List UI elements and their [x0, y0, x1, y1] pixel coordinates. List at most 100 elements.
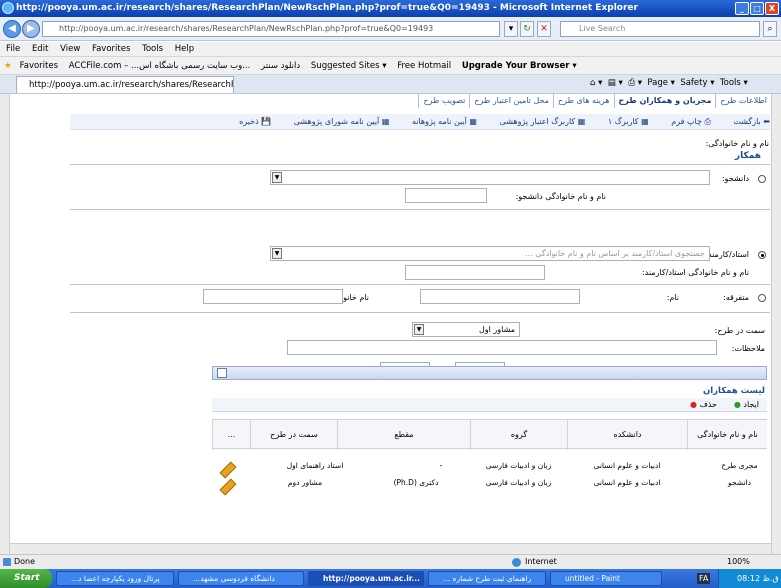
- menu-help[interactable]: Help: [175, 44, 194, 54]
- search-button[interactable]: ⌕: [763, 21, 777, 37]
- status-icon: [3, 558, 11, 566]
- delete-button[interactable]: حذف ●: [690, 398, 717, 412]
- col-role[interactable]: سمت در طرح: [250, 420, 337, 450]
- cell-group: زبان و ادبیات فارسی: [485, 478, 552, 487]
- address-bar: ◀ ▶ http://pooya.um.ac.ir/research/share…: [0, 17, 781, 41]
- tab-plan-info[interactable]: اطلاعات طرح: [715, 94, 771, 108]
- menu-file[interactable]: File: [6, 44, 20, 54]
- form1-link[interactable]: ▦ کاربرگ ۱: [598, 117, 649, 126]
- menu-favorites[interactable]: Favorites: [92, 44, 130, 54]
- feeds-icon[interactable]: ▤ ▾: [608, 78, 623, 88]
- fav-item-suggested[interactable]: Suggested Sites ▾: [311, 61, 387, 71]
- start-button[interactable]: Start: [0, 569, 52, 588]
- stop-button[interactable]: ✕: [537, 21, 551, 37]
- forward-button[interactable]: ▶: [22, 20, 40, 38]
- role-dropdown-icon[interactable]: ▼: [414, 324, 424, 335]
- table-row[interactable]: دانشجو ادبیات و علوم انسانی زبان و ادبیا…: [212, 475, 767, 496]
- student-search-input[interactable]: [270, 170, 710, 185]
- task-portal[interactable]: ...پرتال ورود یکپارچه اعضا د: [56, 571, 174, 586]
- grid-panel-header: [212, 366, 767, 380]
- home-icon[interactable]: ⌂ ▾: [590, 78, 602, 88]
- fav-item-upgrade[interactable]: Upgrade Your Browser ▾: [462, 61, 577, 71]
- favorites-button[interactable]: Favorites: [20, 61, 58, 71]
- minimize-button[interactable]: _: [735, 2, 749, 15]
- window-title: http://pooya.um.ac.ir/research/shares/Re…: [16, 3, 638, 13]
- browser-tab[interactable]: http://pooya.um.ac.ir/research/shares/Re…: [16, 76, 234, 93]
- edit-icon[interactable]: [219, 478, 237, 496]
- full-name-label: نام و نام خانوادگی:: [705, 139, 769, 148]
- role-value: مشاور اول: [478, 325, 515, 334]
- role-select[interactable]: مشاور اول: [412, 322, 520, 337]
- staff-dropdown-icon[interactable]: ▼: [272, 248, 282, 259]
- page-content: تصویب طرح محل تامین اعتبار طرح هزینه های ط…: [10, 94, 771, 543]
- table-row[interactable]: مجری طرح ادبیات و علوم انسانی زبان و ادب…: [212, 458, 767, 479]
- close-button[interactable]: X: [765, 2, 779, 15]
- staff-search-input[interactable]: جستجوی استاد/کارمند بر اساس نام و نام خا…: [270, 246, 710, 261]
- print-icon[interactable]: ⎙ ▾: [628, 78, 642, 88]
- fav-item-hotmail[interactable]: Free Hotmail: [397, 61, 451, 71]
- maximize-button[interactable]: □: [750, 2, 764, 15]
- other-radio[interactable]: [758, 294, 766, 302]
- staff-placeholder: جستجوی استاد/کارمند بر اساس نام و نام خا…: [525, 249, 705, 258]
- col-faculty[interactable]: دانشکده: [567, 420, 687, 450]
- tools-menu[interactable]: Tools ▾: [720, 78, 748, 88]
- window-title-bar: http://pooya.um.ac.ir/research/shares/Re…: [0, 0, 781, 17]
- page-toolbar: ⬅ بازگشت ⎙ چاپ فرم ▦ کاربرگ ۱ ▦ کاربرگ ا…: [70, 114, 770, 130]
- divider: [70, 209, 770, 210]
- horizontal-scrollbar[interactable]: [10, 543, 771, 554]
- student-radio[interactable]: [758, 175, 766, 183]
- first-name-field[interactable]: [420, 289, 580, 304]
- notes-label: ملاحظات:: [731, 344, 765, 353]
- student-dropdown-icon[interactable]: ▼: [272, 172, 282, 183]
- vertical-scrollbar[interactable]: [771, 94, 781, 554]
- student-name-field[interactable]: [405, 188, 487, 203]
- task-guide[interactable]: ... راهنمای ثبت طرح شماره: [428, 571, 546, 586]
- url-input[interactable]: http://pooya.um.ac.ir/research/shares/Re…: [42, 21, 500, 37]
- print-form-link[interactable]: ⎙ چاپ فرم: [661, 117, 711, 126]
- task-university[interactable]: ...دانشگاه فردوسی مشهد: [178, 571, 304, 586]
- refresh-button[interactable]: ↻: [520, 21, 534, 37]
- menu-edit[interactable]: Edit: [32, 44, 48, 54]
- notes-field[interactable]: [287, 340, 717, 355]
- menu-tools[interactable]: Tools: [142, 44, 163, 54]
- cell-faculty: ادبیات و علوم انسانی: [593, 478, 661, 487]
- add-button[interactable]: ایجاد ●: [734, 398, 759, 412]
- grid-column-header: نام و نام خانوادگی دانشکده گروه مقطع سمت…: [212, 419, 767, 450]
- credit-form-link[interactable]: ▦ کاربرگ اعتبار پژوهشی: [490, 117, 586, 126]
- command-bar: ⌂ ▾ ▤ ▾ ⎙ ▾ Page ▾ Safety ▾ Tools ▾: [590, 78, 748, 88]
- divider: [70, 284, 770, 285]
- council-rules-link[interactable]: ▦ آیین نامه شورای پژوهشی: [284, 117, 390, 126]
- menu-view[interactable]: View: [60, 44, 80, 54]
- ie-logo-icon: [2, 2, 14, 14]
- tab-funding[interactable]: محل تامین اعتبار طرح: [469, 94, 553, 108]
- search-input[interactable]: Live Search: [560, 21, 760, 37]
- research-rules-link[interactable]: ▦ آیین نامه پژوهانه: [402, 117, 477, 126]
- collapse-icon[interactable]: [217, 368, 227, 378]
- page-menu[interactable]: Page ▾: [647, 78, 675, 88]
- fav-item-club[interactable]: ...وب سایت رسمی باشگاه اس: [139, 61, 250, 71]
- zoom-level[interactable]: 100%: [727, 555, 750, 569]
- col-more[interactable]: ...: [212, 420, 250, 450]
- status-text: Done: [14, 557, 36, 566]
- language-indicator[interactable]: FA: [697, 573, 711, 584]
- tab-approval[interactable]: تصویب طرح: [418, 94, 469, 108]
- other-label: متفرقه:: [723, 293, 749, 302]
- tab-costs[interactable]: هزینه های طرح: [553, 94, 614, 108]
- staff-radio[interactable]: [758, 251, 766, 259]
- safety-menu[interactable]: Safety ▾: [680, 78, 714, 88]
- staff-name-field[interactable]: [405, 265, 545, 280]
- tab-collaborators[interactable]: مجریان و همکاران طرح: [613, 94, 716, 108]
- col-degree[interactable]: مقطع: [337, 420, 470, 450]
- left-scrollbar[interactable]: [0, 94, 10, 554]
- task-paint[interactable]: untitled - Paint: [550, 571, 662, 586]
- back-link[interactable]: ⬅ بازگشت: [723, 117, 770, 126]
- status-bar: Done Internet 100%: [0, 554, 781, 569]
- save-link[interactable]: 💾 ذخیره: [229, 117, 271, 126]
- back-button[interactable]: ◀: [3, 20, 21, 38]
- task-browser[interactable]: http://pooya.um.ac.ir...: [308, 571, 424, 586]
- col-group[interactable]: گروه: [470, 420, 567, 450]
- role-label: سمت در طرح:: [714, 326, 765, 335]
- last-name-field[interactable]: [203, 289, 343, 304]
- url-dropdown-button[interactable]: ▾: [504, 21, 518, 37]
- col-name[interactable]: نام و نام خانوادگی: [687, 420, 767, 450]
